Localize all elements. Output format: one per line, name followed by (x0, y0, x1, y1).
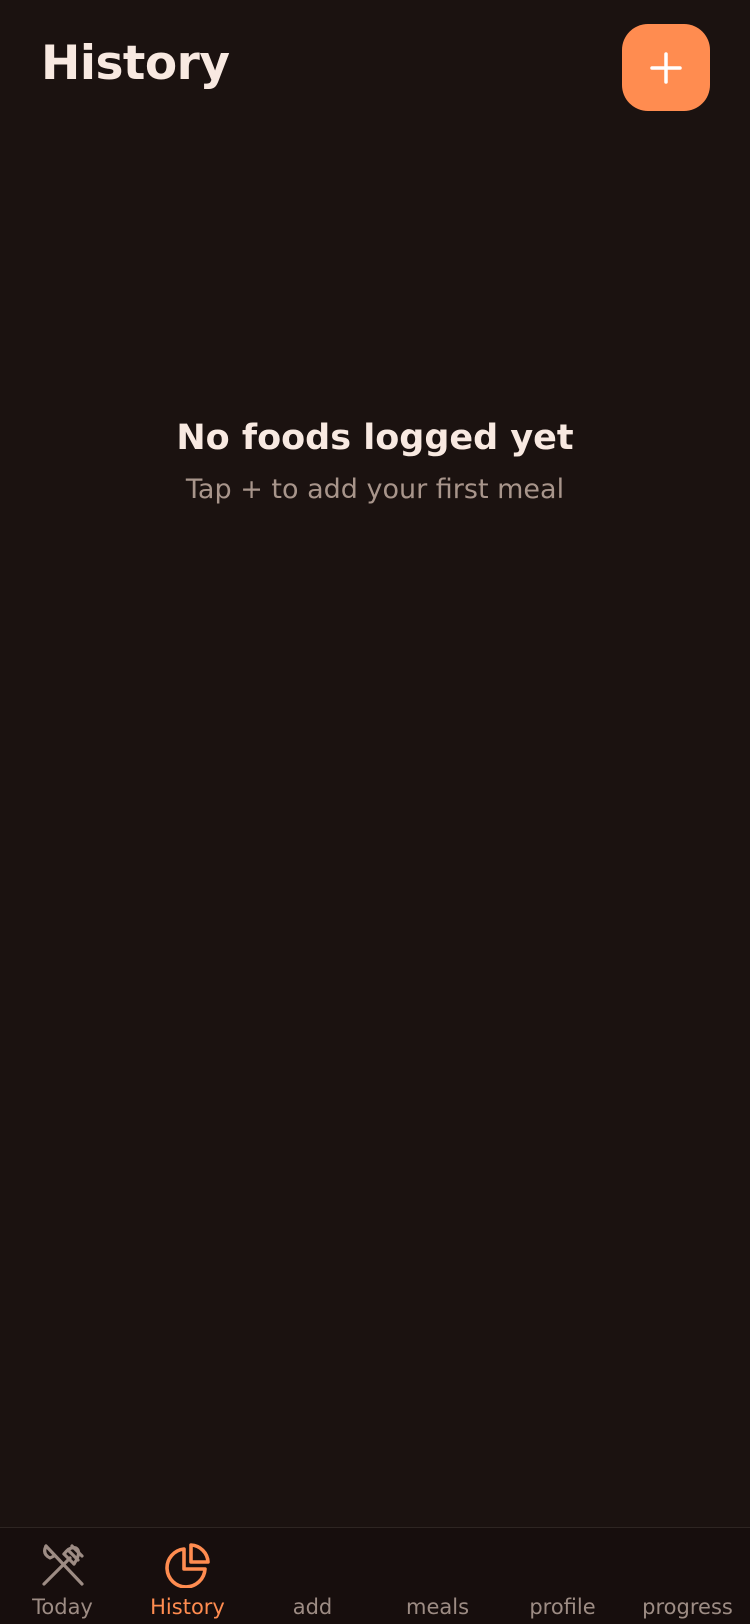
pie-chart-icon (165, 1543, 210, 1588)
tab-label-progress: progress (642, 1595, 733, 1619)
tab-meals[interactable]: meals (375, 1528, 500, 1624)
tab-label-today: Today (32, 1595, 93, 1619)
empty-state-title: No foods logged yet (176, 418, 574, 458)
history-screen: History No foods logged yet Tap + to add… (0, 0, 750, 1624)
tab-profile[interactable]: profile (500, 1528, 625, 1624)
tab-label-profile: profile (529, 1595, 596, 1619)
header: History (0, 0, 750, 140)
add-food-button[interactable] (622, 24, 710, 111)
tab-today[interactable]: Today (0, 1528, 125, 1624)
tab-history[interactable]: History (125, 1528, 250, 1624)
fork-knife-icon (42, 1544, 84, 1586)
page-title: History (41, 36, 230, 91)
tab-progress[interactable]: progress (625, 1528, 750, 1624)
tab-label-add: add (292, 1595, 333, 1619)
empty-state-subtitle: Tap + to add your first meal (185, 474, 565, 505)
bottom-tab-bar: Today History add meals profile progress (0, 1527, 750, 1624)
plus-icon (650, 51, 682, 84)
tab-label-meals: meals (405, 1595, 470, 1619)
tab-label-history: History (150, 1595, 225, 1619)
tab-add[interactable]: add (250, 1528, 375, 1624)
empty-state: No foods logged yet Tap + to add your fi… (0, 418, 750, 505)
